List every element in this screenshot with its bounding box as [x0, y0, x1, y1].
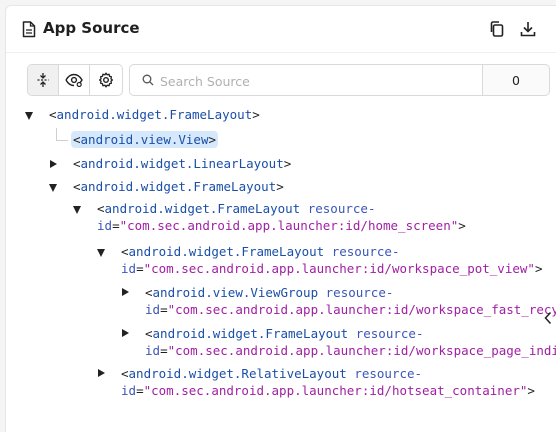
download-icon[interactable]: [519, 20, 537, 38]
app-source-panel: App Source Search Source 0 <android.widg…: [5, 5, 556, 432]
search-icon: [142, 74, 154, 86]
expand-arrow-icon[interactable]: [25, 112, 33, 120]
expand-arrow-icon[interactable]: [49, 184, 57, 192]
expand-collapse-icon: [37, 73, 49, 87]
collapsed-arrow-icon[interactable]: [122, 288, 129, 296]
file-text-icon: [22, 21, 36, 38]
copy-icon[interactable]: [488, 20, 506, 38]
eye-icon: [65, 73, 83, 87]
tree-guide-line: [56, 128, 57, 140]
tree-node-linear-layout[interactable]: <android.widget.LinearLayout>: [73, 154, 291, 174]
tree-node-view[interactable]: <android.view.View>: [71, 130, 218, 150]
tool-button-group: [27, 64, 123, 96]
expand-arrow-icon[interactable]: [73, 206, 81, 214]
tree-node-workspace-page-indicator-attr: id="com.sec.android.app.launcher:id/work…: [145, 343, 556, 358]
visibility-button[interactable]: [59, 65, 90, 95]
tree-node-root[interactable]: <android.widget.FrameLayout>: [49, 105, 260, 125]
expand-collapse-button[interactable]: [28, 65, 59, 95]
match-count: 0: [483, 64, 550, 96]
tree-node-frame-layout[interactable]: <android.widget.FrameLayout>: [73, 177, 284, 197]
tree-node-hotseat-container-attr: id="com.sec.android.app.launcher:id/hots…: [121, 383, 535, 398]
source-tree: <android.widget.FrameLayout> <android.vi…: [6, 101, 556, 432]
tree-node-home-screen-attr: id="com.sec.android.app.launcher:id/home…: [97, 218, 466, 233]
collapsed-arrow-icon[interactable]: [122, 329, 129, 337]
panel-header: App Source: [6, 6, 556, 53]
panel-title: App Source: [43, 19, 140, 37]
settings-button[interactable]: [90, 65, 121, 95]
search-box: [129, 64, 483, 96]
collapsed-arrow-icon[interactable]: [98, 369, 105, 377]
collapsed-arrow-icon[interactable]: [50, 160, 57, 168]
tree-node-workspace-fast-recycler-attr: id="com.sec.android.app.launcher:id/work…: [145, 302, 556, 317]
selected-node: <android.view.View>: [71, 131, 218, 148]
tree-guide-line: [56, 140, 68, 141]
gear-icon: [98, 72, 113, 88]
chevron-left-icon[interactable]: [544, 311, 556, 327]
expand-arrow-icon[interactable]: [97, 249, 105, 257]
search-input[interactable]: [158, 68, 477, 94]
tree-node-workspace-pot-view-attr: id="com.sec.android.app.launcher:id/work…: [121, 261, 543, 276]
